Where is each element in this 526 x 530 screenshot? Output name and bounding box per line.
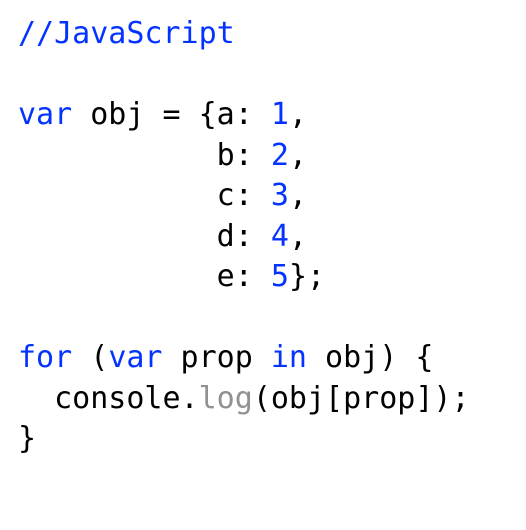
code-text: , (289, 97, 307, 132)
code-text: obj = {a: (72, 97, 271, 132)
code-text: e: (18, 259, 271, 294)
code-text: , (289, 138, 307, 173)
code-text: ( (72, 340, 108, 375)
code-comment: //JavaScript (18, 16, 235, 51)
method-log: log (199, 381, 253, 416)
code-snippet: //JavaScript var obj = {a: 1, b: 2, c: 3… (0, 0, 526, 474)
code-text: b: (18, 138, 271, 173)
code-text: , (289, 219, 307, 254)
kw-var: var (18, 97, 72, 132)
kw-var: var (108, 340, 162, 375)
num-literal: 3 (271, 178, 289, 213)
code-text: c: (18, 178, 271, 213)
code-text: } (18, 421, 36, 456)
kw-in: in (271, 340, 307, 375)
num-literal: 4 (271, 219, 289, 254)
kw-for: for (18, 340, 72, 375)
code-text: prop (163, 340, 271, 375)
num-literal: 1 (271, 97, 289, 132)
code-text: , (289, 178, 307, 213)
code-text: }; (289, 259, 325, 294)
num-literal: 2 (271, 138, 289, 173)
code-text: obj) { (307, 340, 433, 375)
code-text: console. (18, 381, 199, 416)
num-literal: 5 (271, 259, 289, 294)
code-text: (obj[prop]); (253, 381, 470, 416)
code-text: d: (18, 219, 271, 254)
